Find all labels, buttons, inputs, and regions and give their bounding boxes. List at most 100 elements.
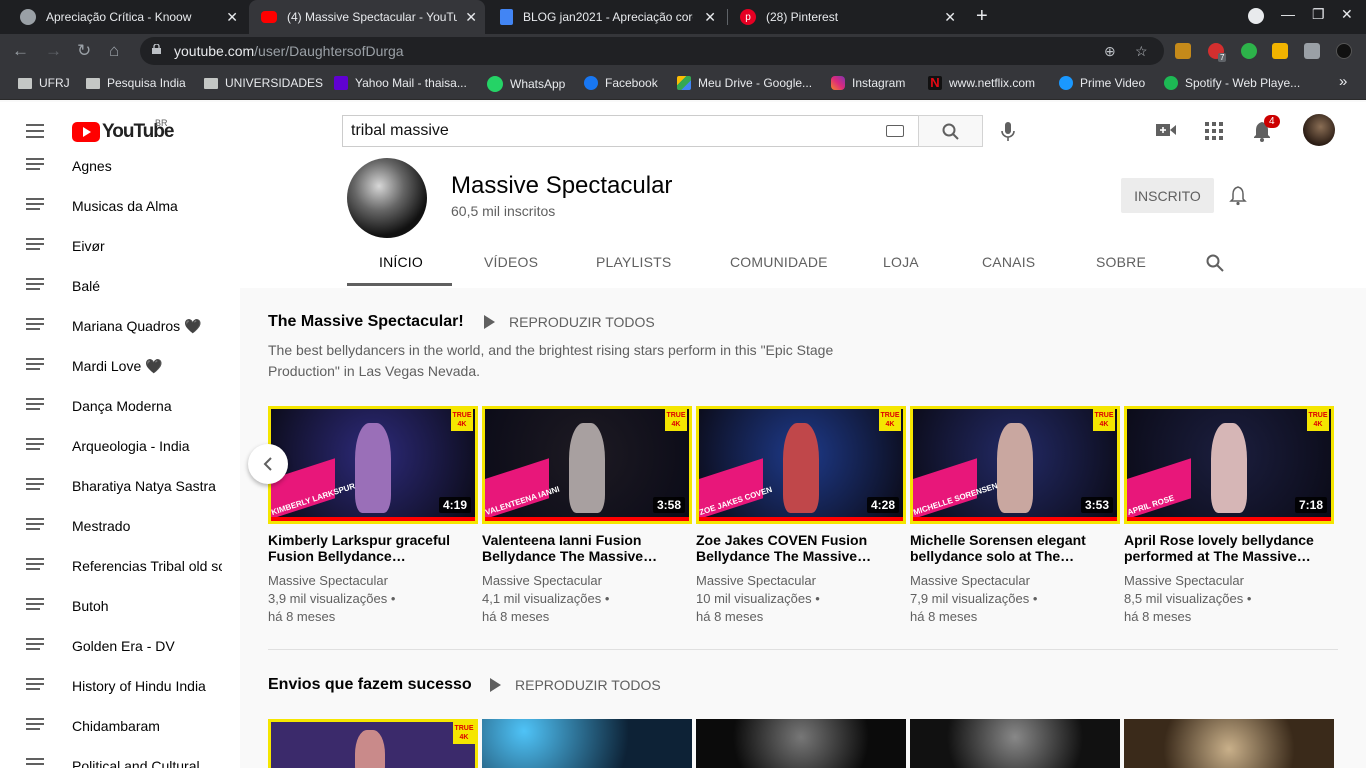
browser-tab-knoow[interactable]: Apreciação Crítica - Knoow ✕ — [8, 0, 246, 34]
home-icon[interactable]: ⌂ — [109, 41, 119, 61]
video-channel[interactable]: Massive Spectacular — [268, 573, 388, 588]
sidebar-playlist-item[interactable]: Agnes — [0, 146, 240, 186]
sidebar-playlist-item[interactable]: Political and Cultural — [0, 746, 240, 768]
close-icon[interactable]: ✕ — [226, 9, 238, 26]
section-title[interactable]: The Massive Spectacular! — [268, 313, 464, 331]
keyboard-icon[interactable] — [886, 125, 904, 137]
sidebar-playlist-item[interactable]: Arqueologia - India — [0, 426, 240, 466]
tab-loja[interactable]: LOJA — [883, 254, 919, 270]
video-channel[interactable]: Massive Spectacular — [1124, 573, 1244, 588]
sidebar-playlist-item[interactable]: Eivør — [0, 226, 240, 266]
add-icon[interactable]: ⊕ — [1104, 43, 1116, 60]
sidebar-playlist-item[interactable]: Chidambaram — [0, 706, 240, 746]
sidebar-playlist-item[interactable]: Balé — [0, 266, 240, 306]
browser-tab-blog[interactable]: BLOG jan2021 - Apreciação coreográfica ✕ — [488, 0, 724, 34]
bookmark-universidades[interactable]: UNIVERSIDADES — [204, 76, 323, 90]
play-all-button[interactable]: REPRODUZIR TODOS — [484, 314, 655, 330]
account-avatar[interactable] — [1303, 114, 1335, 146]
sidebar-playlist-item[interactable]: Mestrado — [0, 506, 240, 546]
channel-search-icon[interactable] — [1206, 254, 1224, 272]
sidebar-playlist-item[interactable]: Golden Era - DV — [0, 626, 240, 666]
bookmark-facebook[interactable]: Facebook — [584, 76, 658, 90]
playlist-icon — [26, 638, 46, 654]
sidebar-playlist-item[interactable]: Bharatiya Natya Sastra — [0, 466, 240, 506]
youtube-logo[interactable]: YouTube BR — [72, 118, 174, 143]
address-bar[interactable]: youtube.com/user/DaughtersofDurga ⊕ ☆ — [140, 37, 1164, 65]
microphone-icon[interactable] — [1001, 122, 1015, 142]
bookmark-prime-video[interactable]: Prime Video — [1059, 76, 1145, 90]
video-thumbnail[interactable]: MICHELLE SORENSEN TRUE 4K 3:53 — [910, 406, 1120, 524]
bookmark-ufrj[interactable]: UFRJ — [18, 76, 70, 90]
tab-inicio[interactable]: INÍCIO — [379, 254, 423, 270]
bookmark-pesquisa-india[interactable]: Pesquisa India — [86, 76, 186, 90]
tab-videos[interactable]: VÍDEOS — [484, 254, 538, 270]
video-thumbnail[interactable]: TRUE 4K — [268, 719, 478, 768]
bookmark-spotify[interactable]: Spotify - Web Playe... — [1164, 76, 1300, 90]
minimize-button[interactable]: — — [1281, 6, 1295, 22]
video-thumbnail[interactable]: VALENTEENA IANNI TRUE 4K 3:58 — [482, 406, 692, 524]
search-input[interactable] — [342, 115, 919, 147]
profile-icon[interactable] — [1336, 43, 1352, 59]
sidebar-playlist-item[interactable]: History of Hindu India — [0, 666, 240, 706]
sidebar-playlist-item[interactable]: Musicas da Alma — [0, 186, 240, 226]
restore-button[interactable]: ❐ — [1312, 6, 1325, 23]
bookmark-instagram[interactable]: Instagram — [831, 76, 905, 90]
evernote-icon[interactable] — [1241, 43, 1257, 59]
tab-canais[interactable]: CANAIS — [982, 254, 1035, 270]
bookmarks-overflow-button[interactable]: » — [1339, 73, 1347, 90]
subscribed-button[interactable]: INSCRITO — [1121, 178, 1214, 213]
bookmark-netflix[interactable]: Nwww.netflix.com — [928, 76, 1035, 90]
video-title[interactable]: Michelle Sorensen elegant bellydance sol… — [910, 532, 1115, 566]
tab-search-icon[interactable] — [1248, 8, 1264, 24]
back-arrow-icon[interactable]: ← — [12, 41, 29, 61]
browser-tab-youtube[interactable]: (4) Massive Spectacular - YouTube ✕ — [249, 0, 485, 34]
search-button[interactable] — [918, 115, 983, 147]
new-tab-button[interactable]: + — [976, 5, 988, 28]
sidebar-playlist-item[interactable]: Dança Moderna — [0, 386, 240, 426]
star-icon[interactable]: ☆ — [1135, 43, 1148, 60]
video-title[interactable]: April Rose lovely bellydance performed a… — [1124, 532, 1329, 566]
sidebar-playlist-item[interactable]: Mardi Love 🖤 — [0, 346, 240, 386]
close-icon[interactable]: ✕ — [944, 9, 956, 26]
sidebar-playlist-item[interactable]: Referencias Tribal old school — [0, 546, 240, 586]
channel-avatar[interactable] — [347, 158, 427, 238]
bell-icon[interactable] — [1229, 186, 1247, 206]
close-icon[interactable]: ✕ — [465, 9, 477, 26]
bookmark-whatsapp[interactable]: WhatsApp — [487, 76, 565, 92]
video-channel[interactable]: Massive Spectacular — [910, 573, 1030, 588]
video-title[interactable]: Valenteena Ianni Fusion Bellydance The M… — [482, 532, 687, 566]
play-all-button[interactable]: REPRODUZIR TODOS — [490, 677, 661, 693]
create-video-icon[interactable] — [1156, 122, 1176, 138]
tab-sobre[interactable]: SOBRE — [1096, 254, 1146, 270]
extension-k-icon[interactable] — [1175, 43, 1191, 59]
video-channel[interactable]: Massive Spectacular — [482, 573, 602, 588]
menu-icon[interactable] — [26, 124, 44, 138]
video-thumbnail[interactable] — [696, 719, 906, 768]
playlist-icon — [26, 238, 46, 254]
tab-playlists[interactable]: PLAYLISTS — [596, 254, 671, 270]
video-thumbnail[interactable] — [1124, 719, 1334, 768]
close-icon[interactable]: ✕ — [704, 9, 716, 26]
forward-arrow-icon[interactable]: → — [45, 41, 62, 61]
bookmark-google-drive[interactable]: Meu Drive - Google... — [677, 76, 812, 90]
browser-tab-pinterest[interactable]: p (28) Pinterest ✕ — [728, 0, 964, 34]
tab-comunidade[interactable]: COMUNIDADE — [730, 254, 828, 270]
reload-icon[interactable]: ↻ — [77, 41, 91, 61]
carousel-previous-button[interactable] — [248, 444, 288, 484]
apps-grid-icon[interactable] — [1205, 122, 1223, 140]
video-thumbnail[interactable]: KIMBERLY LARKSPUR TRUE 4K 4:19 — [268, 406, 478, 524]
sidebar-playlist-item[interactable]: Mariana Quadros 🖤 — [0, 306, 240, 346]
sidebar-playlist-item[interactable]: Butoh — [0, 586, 240, 626]
video-title[interactable]: Zoe Jakes COVEN Fusion Bellydance The Ma… — [696, 532, 901, 566]
video-thumbnail[interactable]: APRIL ROSE TRUE 4K 7:18 — [1124, 406, 1334, 524]
video-thumbnail[interactable]: ZOE JAKES COVEN TRUE 4K 4:28 — [696, 406, 906, 524]
bookmark-yahoo-mail[interactable]: Yahoo Mail - thaisa... — [334, 76, 467, 90]
video-channel[interactable]: Massive Spectacular — [696, 573, 816, 588]
section-title[interactable]: Envios que fazem sucesso — [268, 676, 472, 694]
video-thumbnail[interactable] — [482, 719, 692, 768]
puzzle-icon[interactable] — [1304, 43, 1320, 59]
video-title[interactable]: Kimberly Larkspur graceful Fusion Bellyd… — [268, 532, 473, 566]
video-thumbnail[interactable] — [910, 719, 1120, 768]
window-close-button[interactable]: ✕ — [1341, 6, 1353, 23]
thumbs-up-icon[interactable] — [1272, 43, 1288, 59]
